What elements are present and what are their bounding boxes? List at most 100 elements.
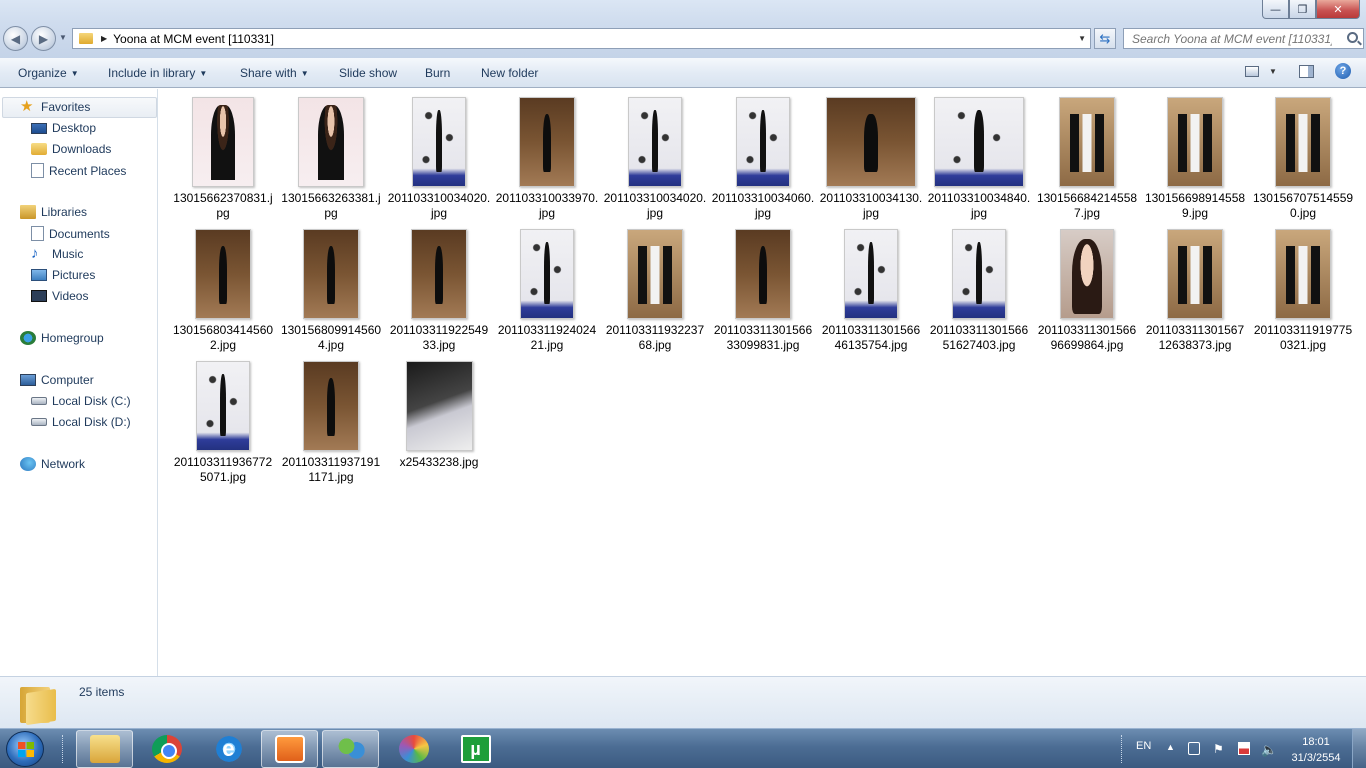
image-thumbnail[interactable] <box>952 229 1006 319</box>
back-button[interactable]: ◀ <box>3 26 28 51</box>
address-history-dropdown-icon[interactable]: ▼ <box>1078 34 1086 43</box>
sidebar-item-desktop[interactable]: Desktop <box>31 121 96 135</box>
image-thumbnail[interactable] <box>405 361 473 451</box>
file-item[interactable]: 201103310034060.jpg <box>711 97 815 221</box>
file-item[interactable]: 1301566989145589.jpg <box>1143 97 1247 221</box>
image-thumbnail[interactable] <box>412 97 466 187</box>
file-item[interactable]: 2011033119197750321.jpg <box>1251 229 1355 353</box>
image-thumbnail[interactable] <box>196 361 250 451</box>
language-indicator[interactable]: EN <box>1136 740 1151 752</box>
search-icon[interactable] <box>1347 32 1358 43</box>
include-in-library-menu[interactable]: Include in library ▼ <box>108 66 207 80</box>
action-center-flag-icon[interactable]: ⚑ <box>1213 742 1225 756</box>
file-item[interactable]: 20110331130156651627403.jpg <box>927 229 1031 353</box>
search-input[interactable] <box>1132 31 1332 46</box>
share-with-menu[interactable]: Share with ▼ <box>240 66 309 80</box>
image-thumbnail[interactable] <box>844 229 898 319</box>
close-button[interactable]: ✕ <box>1316 0 1360 19</box>
image-thumbnail[interactable] <box>303 229 359 319</box>
file-view[interactable]: 13015662370831.jpg 13015663263381.jpg 2011… <box>159 89 1366 676</box>
file-item[interactable]: 13015662370831.jpg <box>171 97 275 221</box>
image-thumbnail[interactable] <box>826 97 916 187</box>
refresh-button[interactable]: ⇆ <box>1094 28 1116 49</box>
file-item[interactable]: 2011033119367725071.jpg <box>171 361 275 485</box>
image-thumbnail[interactable] <box>1060 229 1114 319</box>
image-thumbnail[interactable] <box>1059 97 1115 187</box>
slide-show-button[interactable]: Slide show <box>339 66 397 80</box>
image-thumbnail[interactable] <box>627 229 683 319</box>
breadcrumb-separator-icon[interactable]: ▶ <box>101 34 107 43</box>
sidebar-item-libraries[interactable]: Libraries <box>20 205 87 219</box>
image-thumbnail[interactable] <box>520 229 574 319</box>
show-hidden-icons-icon[interactable]: ▲ <box>1166 742 1175 752</box>
sidebar-item-network[interactable]: Network <box>20 457 85 471</box>
file-item[interactable]: 20110331130156646135754.jpg <box>819 229 923 353</box>
sidebar-item-local-disk-c[interactable]: Local Disk (C:) <box>31 394 131 408</box>
tray-grip[interactable] <box>1121 735 1124 763</box>
file-item[interactable]: 20110331193223768.jpg <box>603 229 707 353</box>
image-thumbnail[interactable] <box>628 97 682 187</box>
file-item[interactable]: 201103310034840.jpg <box>927 97 1031 221</box>
sidebar-item-recent-places[interactable]: Recent Places <box>31 163 126 178</box>
taskbar-paint[interactable] <box>385 730 442 768</box>
taskbar-media-player[interactable] <box>261 730 318 768</box>
sidebar-item-documents[interactable]: Documents <box>31 226 110 241</box>
image-thumbnail[interactable] <box>192 97 254 187</box>
file-item[interactable]: 20110331130156696699864.jpg <box>1035 229 1139 353</box>
file-item[interactable]: 20110331130156633099831.jpg <box>711 229 815 353</box>
image-thumbnail[interactable] <box>736 97 790 187</box>
image-thumbnail[interactable] <box>411 229 467 319</box>
file-item[interactable]: 20110331192254933.jpg <box>387 229 491 353</box>
sidebar-item-music[interactable]: ♪ Music <box>31 246 83 261</box>
image-thumbnail[interactable] <box>1167 97 1223 187</box>
file-item[interactable]: 13015663263381.jpg <box>279 97 383 221</box>
sidebar-item-pictures[interactable]: Pictures <box>31 268 95 282</box>
file-item[interactable]: 1301567075145590.jpg <box>1251 97 1355 221</box>
show-desktop-button[interactable] <box>1352 729 1366 768</box>
taskbar-grip[interactable] <box>62 735 65 763</box>
taskbar-windows-explorer[interactable] <box>76 730 133 768</box>
image-thumbnail[interactable] <box>1275 229 1331 319</box>
file-item[interactable]: 1301568034145602.jpg <box>171 229 275 353</box>
start-button[interactable] <box>6 731 44 767</box>
view-options-dropdown-icon[interactable]: ▼ <box>1269 67 1277 76</box>
breadcrumb-current-folder[interactable]: Yoona at MCM event [110331] <box>113 32 274 46</box>
preview-pane-icon[interactable] <box>1299 65 1314 78</box>
file-item[interactable]: x25433238.jpg <box>387 361 491 470</box>
sidebar-item-downloads[interactable]: Downloads <box>31 142 111 156</box>
file-item[interactable]: 201103310034020.jpg <box>603 97 707 221</box>
forward-button[interactable]: ▶ <box>31 26 56 51</box>
file-item[interactable]: 1301568099145604.jpg <box>279 229 383 353</box>
system-clock[interactable]: 18:01 31/3/2554 <box>1288 734 1344 766</box>
help-icon[interactable]: ? <box>1335 63 1351 79</box>
search-box[interactable] <box>1123 28 1364 49</box>
file-item[interactable]: 201103310034020.jpg <box>387 97 491 221</box>
taskbar-internet-explorer[interactable]: e <box>200 730 257 768</box>
file-item[interactable]: 201103310034130.jpg <box>819 97 923 221</box>
file-item[interactable]: 201103310033970.jpg <box>495 97 599 221</box>
file-item[interactable]: 1301566842145587.jpg <box>1035 97 1139 221</box>
taskbar-google-chrome[interactable] <box>138 730 195 768</box>
taskbar-users-app[interactable] <box>322 730 379 768</box>
sidebar-item-videos[interactable]: Videos <box>31 289 88 303</box>
image-thumbnail[interactable] <box>1275 97 1331 187</box>
devices-icon[interactable] <box>1188 742 1200 755</box>
address-bar[interactable]: ▶ Yoona at MCM event [110331] ▼ <box>72 28 1091 49</box>
image-thumbnail[interactable] <box>195 229 251 319</box>
sidebar-item-homegroup[interactable]: Homegroup <box>20 331 104 345</box>
network-status-icon[interactable] <box>1238 742 1250 755</box>
sidebar-item-computer[interactable]: Computer <box>20 373 94 387</box>
recent-pages-dropdown-icon[interactable]: ▼ <box>59 33 67 42</box>
sidebar-item-local-disk-d[interactable]: Local Disk (D:) <box>31 415 131 429</box>
image-thumbnail[interactable] <box>298 97 364 187</box>
minimize-button[interactable]: — <box>1262 0 1289 19</box>
file-item[interactable]: 2011033119371911171.jpg <box>279 361 383 485</box>
sidebar-item-favorites[interactable]: ★ Favorites <box>20 99 90 114</box>
taskbar-utorrent[interactable]: µ <box>447 730 504 768</box>
file-item[interactable]: 20110331130156712638373.jpg <box>1143 229 1247 353</box>
organize-menu[interactable]: Organize ▼ <box>18 66 79 80</box>
image-thumbnail[interactable] <box>519 97 575 187</box>
image-thumbnail[interactable] <box>303 361 359 451</box>
maximize-button[interactable]: ❐ <box>1289 0 1316 19</box>
image-thumbnail[interactable] <box>1167 229 1223 319</box>
